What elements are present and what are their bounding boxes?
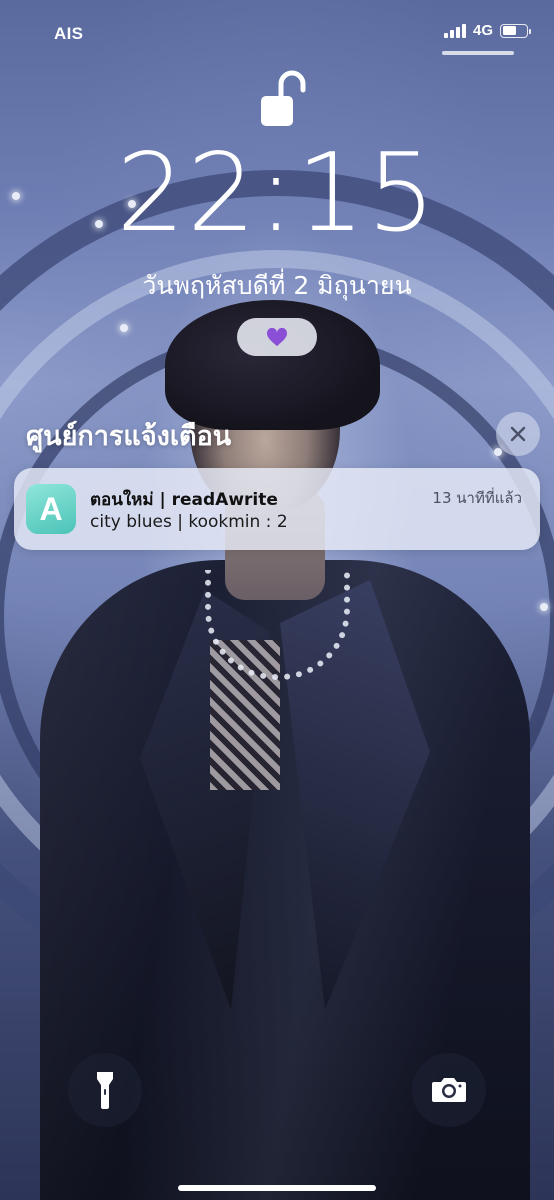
notification-body: city blues | kookmin : 2 (90, 512, 288, 532)
close-icon (510, 426, 526, 442)
battery-icon (500, 23, 531, 38)
camera-icon (432, 1078, 466, 1102)
lock-screen-time: 22:15 (116, 131, 438, 256)
wallpaper-rivet (540, 603, 548, 611)
camera-button[interactable] (412, 1053, 486, 1127)
notification-title: ตอนใหม่ | readAwrite (90, 490, 278, 510)
wallpaper-rivet (120, 324, 128, 332)
status-indicators: 4G (443, 22, 531, 39)
battery-level (502, 26, 517, 35)
notification-card[interactable]: A ตอนใหม่ | readAwrite 13 นาทีที่แล้ว ci… (14, 468, 540, 550)
status-bar: AIS 4G (0, 0, 554, 66)
notification-timestamp: 13 นาทีที่แล้ว (432, 489, 522, 507)
carrier-name: AIS (54, 24, 84, 43)
network-type: 4G (472, 22, 493, 39)
cellular-signal-icon (443, 23, 466, 38)
clear-notifications-button[interactable] (496, 412, 540, 456)
wallpaper-rivet (494, 448, 502, 456)
lock-screen-date: วันพฤหัสบดีที่ 2 มิถุนายน (142, 271, 412, 300)
app-icon-letter: A (39, 490, 63, 527)
heart-icon (266, 327, 288, 347)
home-indicator[interactable] (178, 1185, 376, 1191)
notification-center-title: ศูนย์การแจ้งเตือน (26, 421, 232, 452)
readawrite-app-icon: A (26, 484, 76, 534)
focus-mode-pill[interactable] (237, 318, 317, 356)
unlock-icon (259, 70, 311, 128)
flashlight-icon (97, 1072, 113, 1109)
control-center-indicator[interactable] (442, 51, 514, 55)
flashlight-button[interactable] (68, 1053, 142, 1127)
